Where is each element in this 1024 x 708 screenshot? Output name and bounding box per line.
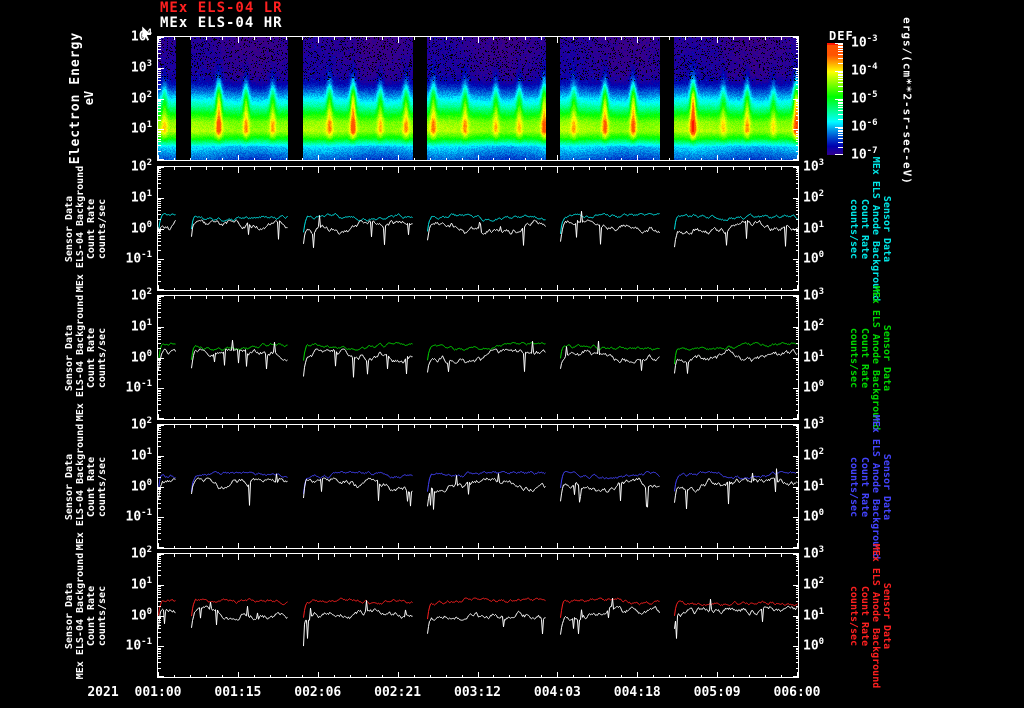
label-line: Sensor Data: [881, 453, 892, 520]
label-line: Sensor Data: [881, 582, 892, 649]
plot-title-hr: MEx ELS-04 HR: [160, 15, 283, 31]
label-line: counts/sec: [848, 585, 859, 646]
label-line: Count Rate: [86, 585, 97, 646]
axis-tick-label: 10-3: [851, 34, 878, 51]
xaxis-tick-label: 004:03: [533, 685, 581, 700]
axis-tick-label: 103: [803, 416, 825, 433]
xaxis-tick-label: 002:21: [374, 685, 422, 700]
axis-tick-label: 10-7: [851, 146, 878, 163]
label-line: Count Rate: [86, 456, 97, 517]
axis-tick-label: 101: [130, 120, 152, 137]
xaxis-tick-label: 001:00: [134, 685, 182, 700]
axis-tick-label: 101: [803, 219, 825, 236]
spectrogram-ylabel-text: Electron Energy: [68, 31, 83, 165]
label-line: Count Rate: [86, 327, 97, 388]
label-line: Sensor Data: [881, 195, 892, 262]
axis-tick-label: 100: [803, 250, 825, 267]
axis-tick-label: 10-1: [125, 379, 153, 396]
xaxis-year-label: 2021: [87, 685, 119, 700]
axis-tick-label: 102: [130, 158, 152, 175]
axis-tick-label: 102: [130, 287, 152, 304]
axis-tick-label: 103: [803, 158, 825, 175]
axis-tick-label: 102: [803, 317, 825, 335]
label-line: Count Rate: [859, 456, 870, 517]
label-line: Sensor Data: [881, 324, 892, 391]
label-line: counts/sec: [848, 456, 859, 517]
axis-tick-label: 10-5: [851, 90, 878, 107]
axis-tick-label: 100: [130, 348, 152, 365]
label-line: Count Rate: [859, 585, 870, 646]
plot-title-lr: MEx ELS-04 LR: [160, 0, 283, 16]
label-line: MEx ELS Anode Background: [870, 414, 881, 559]
axis-tick-label: 101: [130, 446, 152, 464]
axis-tick-label: 102: [130, 545, 152, 562]
axis-tick-label: 100: [803, 508, 825, 525]
label-line: MEx ELS-04 Background: [75, 294, 86, 421]
axis-tick-label: 100: [803, 637, 825, 654]
axis-tick-label: 100: [130, 477, 152, 494]
axis-tick-label: 10-6: [851, 118, 878, 135]
label-line: Count Rate: [859, 198, 870, 259]
colorbar: [827, 43, 847, 155]
label-line: counts/sec: [848, 198, 859, 259]
axis-tick-label: 100: [130, 606, 152, 623]
line-panel-anode-red: [157, 553, 799, 678]
axis-tick-label: 103: [803, 545, 825, 562]
label-line: Count Rate: [859, 327, 870, 388]
axis-tick-label: 101: [803, 348, 825, 365]
axis-tick-label: 101: [130, 575, 152, 593]
xaxis-tick-label: 001:15: [214, 685, 262, 700]
spectrogram-ylabel: Electron Energy eV: [68, 32, 96, 164]
line-panel-anode-blue: [157, 424, 799, 549]
axis-tick-label: 102: [130, 89, 152, 106]
axis-tick-label: 101: [803, 606, 825, 623]
label-line: counts/sec: [848, 327, 859, 388]
line-panel-anode-cyan: [157, 166, 799, 291]
label-line: Sensor Data: [64, 324, 75, 391]
axis-tick-label: 10-4: [851, 62, 878, 79]
plot-screen: MEx ELS-04 LR MEx ELS-04 HR DEF ergs/(cm…: [0, 0, 1024, 708]
panel-right-ylabel: Sensor Data MEx ELS Anode Background Count…: [848, 156, 892, 301]
axis-tick-label: 102: [803, 575, 825, 593]
xaxis-tick-label: 002:06: [294, 685, 342, 700]
label-line: MEx ELS-04 Background: [75, 423, 86, 550]
xaxis-tick-label: 006:00: [773, 685, 821, 700]
xaxis-tick-label: 005:09: [693, 685, 741, 700]
label-line: Sensor Data: [64, 195, 75, 262]
axis-tick-label: 101: [130, 317, 152, 335]
label-line: MEx ELS Anode Background: [870, 285, 881, 430]
panel-right-ylabel: Sensor Data MEx ELS Anode Background Count…: [848, 285, 892, 430]
spectrogram-ylabel-unit: eV: [82, 90, 96, 106]
label-line: Count Rate: [86, 198, 97, 259]
label-line: MEx ELS-04 Background: [75, 552, 86, 679]
axis-tick-label: 103: [803, 287, 825, 304]
panel-right-ylabel: Sensor Data MEx ELS Anode Background Count…: [848, 543, 892, 688]
label-line: MEx ELS Anode Background: [870, 543, 881, 688]
axis-tick-label: 104: [130, 28, 152, 45]
axis-tick-label: 102: [130, 416, 152, 433]
axis-tick-label: 10-1: [125, 508, 153, 525]
axis-tick-label: 103: [130, 58, 152, 76]
axis-tick-label: 10-1: [125, 637, 153, 654]
colorbar-units-label: ergs/(cm**2-sr-sec-eV): [900, 17, 914, 185]
axis-tick-label: 102: [803, 188, 825, 206]
colorbar-def-label: DEF: [829, 29, 854, 43]
label-line: MEx ELS Anode Background: [870, 156, 881, 301]
axis-tick-label: 100: [130, 219, 152, 236]
axis-tick-label: 101: [130, 188, 152, 206]
label-line: Sensor Data: [64, 453, 75, 520]
label-line: MEx ELS-04 Background: [75, 165, 86, 292]
xaxis-tick-label: 003:12: [454, 685, 501, 700]
spectrogram-panel: [157, 36, 799, 161]
label-line: Sensor Data: [64, 582, 75, 649]
axis-tick-label: 10-1: [125, 250, 153, 267]
axis-tick-label: 100: [803, 379, 825, 396]
line-panel-anode-green: [157, 295, 799, 420]
panel-right-ylabel: Sensor Data MEx ELS Anode Background Count…: [848, 414, 892, 559]
axis-tick-label: 101: [803, 477, 825, 494]
xaxis-tick-label: 004:18: [613, 685, 661, 700]
axis-tick-label: 102: [803, 446, 825, 464]
